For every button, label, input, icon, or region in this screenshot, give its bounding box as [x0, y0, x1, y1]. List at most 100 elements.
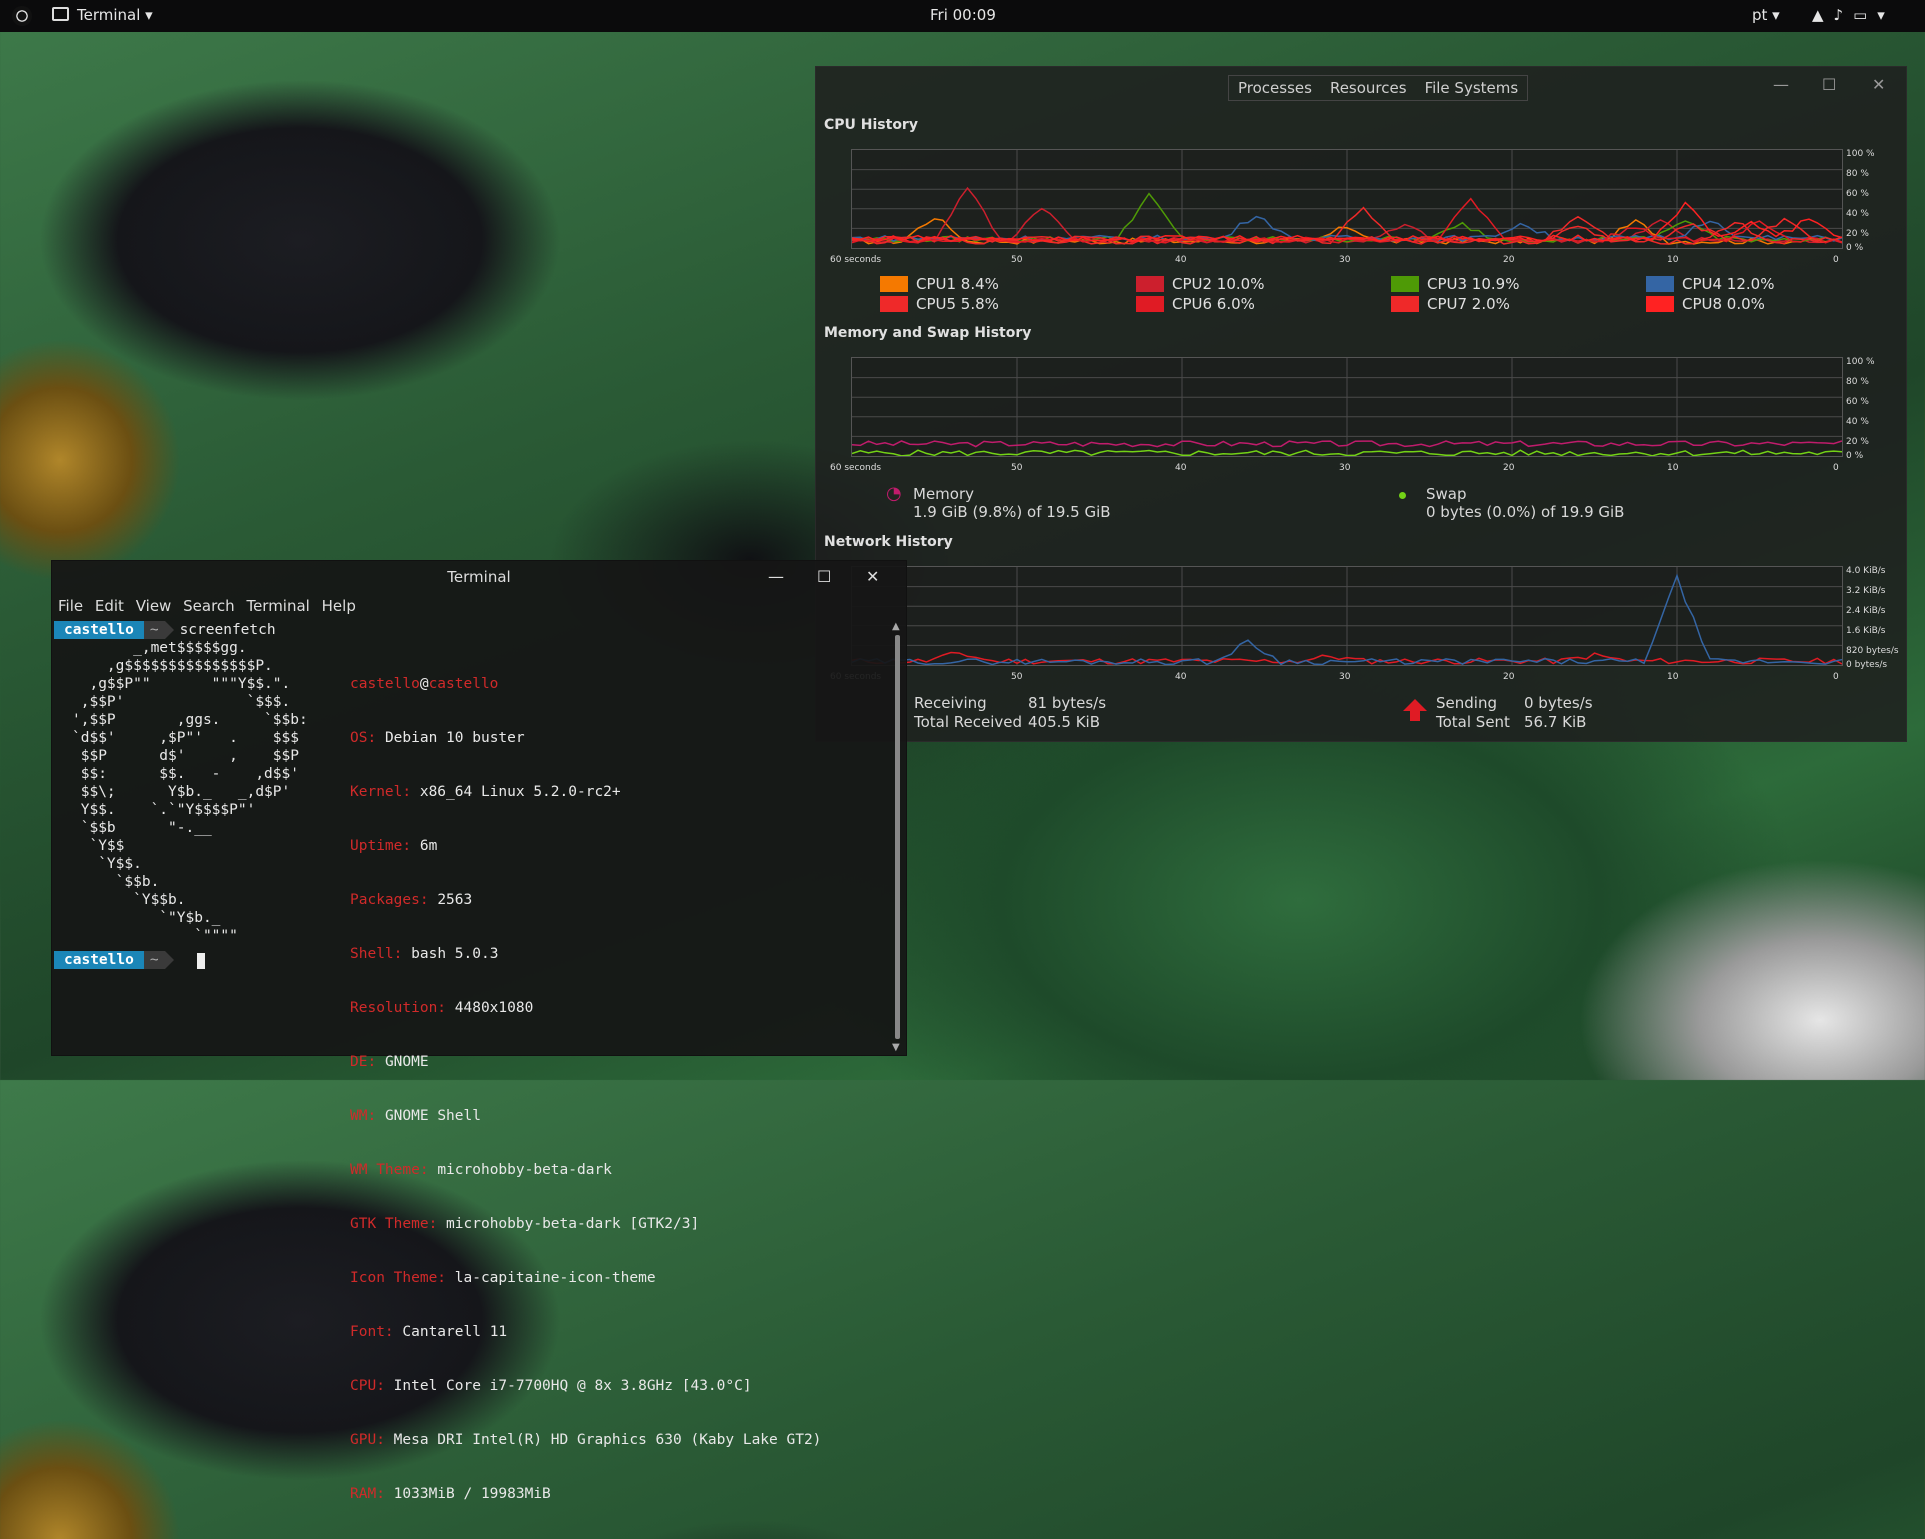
memory-history-graph — [851, 357, 1843, 457]
top-bar: Terminal ▾ Fri 00:09 pt ▾ ▲♪▭▾ — [0, 0, 1925, 32]
total-received-value: 405.5 KiB — [1028, 713, 1101, 731]
cpu5-legend[interactable]: CPU5 5.8% — [880, 295, 999, 313]
info-row: RAM: 1033MiB / 19983MiB — [350, 1485, 821, 1503]
mem-y-tick: 100 % — [1846, 357, 1875, 367]
cpu-y-tick: 40 % — [1846, 209, 1869, 219]
net-x-tick: 20 — [1503, 672, 1515, 682]
activities-icon[interactable] — [12, 6, 32, 26]
cpu8-legend[interactable]: CPU8 0.0% — [1646, 295, 1765, 313]
input-source-indicator[interactable]: pt ▾ — [1752, 6, 1780, 24]
terminal-output[interactable]: castello ~ screenfetch _,met$$$$$gg. ,g$$$… — [52, 619, 888, 1502]
net-y-tick: 820 bytes/s — [1846, 646, 1899, 656]
network-history-svg — [852, 567, 1842, 665]
menu-terminal[interactable]: Terminal — [246, 597, 309, 615]
menu-search[interactable]: Search — [183, 597, 235, 615]
menu-view[interactable]: View — [136, 597, 172, 615]
tab-resources[interactable]: Resources — [1321, 76, 1416, 100]
cpu-x-tick: 40 — [1175, 255, 1187, 265]
scroll-down-icon[interactable]: ▼ — [892, 1042, 900, 1053]
cpu6-label: CPU6 6.0% — [1172, 295, 1255, 313]
menu-edit[interactable]: Edit — [95, 597, 124, 615]
memory-pie-icon[interactable]: ◔ — [886, 483, 902, 504]
network-history-graph — [851, 566, 1843, 666]
info-row: Kernel: x86_64 Linux 5.2.0-rc2+ — [350, 783, 821, 801]
mem-y-tick: 40 % — [1846, 417, 1869, 427]
color-swatch[interactable] — [1391, 296, 1419, 312]
app-menu[interactable]: Terminal ▾ — [52, 6, 153, 24]
color-swatch[interactable] — [880, 276, 908, 292]
cpu3-legend[interactable]: CPU3 10.9% — [1391, 275, 1519, 293]
color-swatch[interactable] — [880, 296, 908, 312]
info-header: castello@castello — [350, 675, 821, 693]
mem-y-tick: 0 % — [1846, 451, 1864, 461]
net-x-tick: 50 — [1011, 672, 1023, 682]
header-host: castello — [428, 676, 499, 692]
menu-help[interactable]: Help — [322, 597, 356, 615]
menu-file[interactable]: File — [58, 597, 83, 615]
cpu-y-tick: 80 % — [1846, 169, 1869, 179]
info-key: Uptime: — [350, 838, 412, 854]
color-swatch[interactable] — [1391, 276, 1419, 292]
cpu1-label: CPU1 8.4% — [916, 275, 999, 293]
net-y-tick: 1.6 KiB/s — [1846, 626, 1886, 636]
cpu2-legend[interactable]: CPU2 10.0% — [1136, 275, 1264, 293]
scrollbar-thumb[interactable] — [895, 635, 900, 1039]
swap-pie-icon[interactable] — [1399, 492, 1406, 499]
maximize-icon[interactable]: ☐ — [1822, 75, 1836, 94]
mem-x-tick: 50 — [1011, 463, 1023, 473]
net-x-tick: 30 — [1339, 672, 1351, 682]
info-value: 1033MiB / 19983MiB — [393, 1486, 551, 1502]
info-row: Shell: bash 5.0.3 — [350, 945, 821, 963]
color-swatch[interactable] — [1136, 276, 1164, 292]
terminal-titlebar[interactable]: Terminal — ☐ ✕ — [52, 561, 906, 593]
close-icon[interactable]: ✕ — [866, 561, 879, 593]
info-value: 2563 — [437, 892, 473, 908]
info-value: GNOME — [384, 1054, 429, 1070]
prompt-dir: ~ — [143, 621, 165, 639]
info-key: Resolution: — [350, 1000, 447, 1016]
info-value: la-capitaine-icon-theme — [454, 1270, 656, 1286]
color-swatch[interactable] — [1646, 276, 1674, 292]
system-monitor-header: Processes Resources File Systems — ☐ ✕ — [816, 67, 1906, 107]
cpu7-legend[interactable]: CPU7 2.0% — [1391, 295, 1510, 313]
cpu6-legend[interactable]: CPU6 6.0% — [1136, 295, 1255, 313]
info-row: CPU: Intel Core i7-7700HQ @ 8x 3.8GHz [4… — [350, 1377, 821, 1395]
sending-arrow-stem — [1410, 711, 1420, 721]
cpu-x-tick: 10 — [1667, 255, 1679, 265]
net-y-tick: 3.2 KiB/s — [1846, 586, 1886, 596]
color-swatch[interactable] — [1646, 296, 1674, 312]
maximize-icon[interactable]: ☐ — [817, 561, 831, 593]
minimize-icon[interactable]: — — [1773, 75, 1789, 94]
cpu-x-tick: 0 — [1833, 255, 1839, 265]
terminal-scrollbar[interactable]: ▲ ▼ — [888, 619, 906, 1055]
cpu1-legend[interactable]: CPU1 8.4% — [880, 275, 999, 293]
system-status-icons[interactable]: ▲♪▭▾ — [1812, 6, 1895, 24]
color-swatch[interactable] — [1136, 296, 1164, 312]
clock[interactable]: Fri 00:09 — [930, 6, 996, 24]
info-value: Debian 10 buster — [384, 730, 525, 746]
close-icon[interactable]: ✕ — [1872, 75, 1885, 94]
cpu4-legend[interactable]: CPU4 12.0% — [1646, 275, 1774, 293]
prompt-arrow-icon — [164, 951, 174, 969]
mem-y-tick: 20 % — [1846, 437, 1869, 447]
mem-y-tick: 60 % — [1846, 397, 1869, 407]
debian-ascii-logo: _,met$$$$$gg. ,g$$$$$$$$$$$$$$$P. ,g$$P"… — [72, 640, 308, 944]
info-value: Mesa DRI Intel(R) HD Graphics 630 (Kaby … — [393, 1432, 822, 1448]
tab-processes[interactable]: Processes — [1229, 76, 1321, 100]
info-value: microhobby-beta-dark [GTK2/3] — [446, 1216, 700, 1232]
cpu-history-title: CPU History — [824, 117, 918, 133]
sending-arrow-icon[interactable] — [1403, 699, 1427, 711]
scroll-up-icon[interactable]: ▲ — [892, 621, 900, 632]
info-value: Intel Core i7-7700HQ @ 8x 3.8GHz [43.0°C… — [393, 1378, 752, 1394]
info-key: Packages: — [350, 892, 429, 908]
tab-file-systems[interactable]: File Systems — [1416, 76, 1528, 100]
memory-history-svg — [852, 358, 1842, 456]
cpu-x-tick: 30 — [1339, 255, 1351, 265]
info-row: GPU: Mesa DRI Intel(R) HD Graphics 630 (… — [350, 1431, 821, 1449]
screenfetch-info: castello@castello OS: Debian 10 buster K… — [350, 639, 821, 1539]
view-switcher: Processes Resources File Systems — [1228, 75, 1529, 101]
mem-y-tick: 80 % — [1846, 377, 1869, 387]
minimize-icon[interactable]: — — [768, 561, 784, 593]
net-y-tick: 2.4 KiB/s — [1846, 606, 1886, 616]
prompt-user: castello — [54, 621, 144, 639]
